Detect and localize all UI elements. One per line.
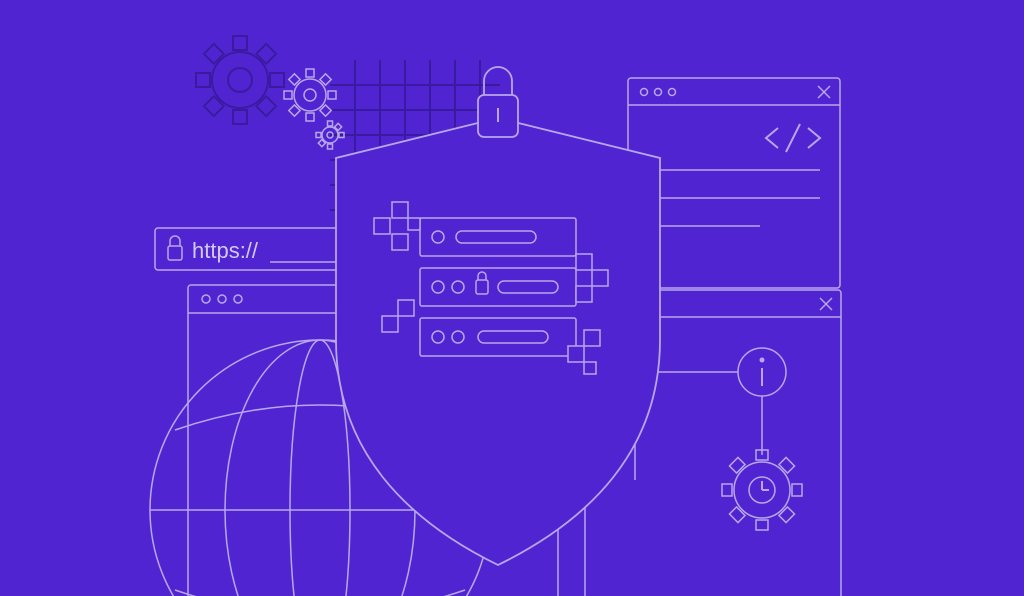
gear-icon-medium bbox=[273, 58, 347, 132]
gear-icon-large bbox=[178, 18, 302, 142]
security-illustration: https:// bbox=[0, 0, 1024, 596]
url-protocol-text: https:// bbox=[192, 238, 259, 263]
padlock-icon bbox=[478, 67, 518, 137]
